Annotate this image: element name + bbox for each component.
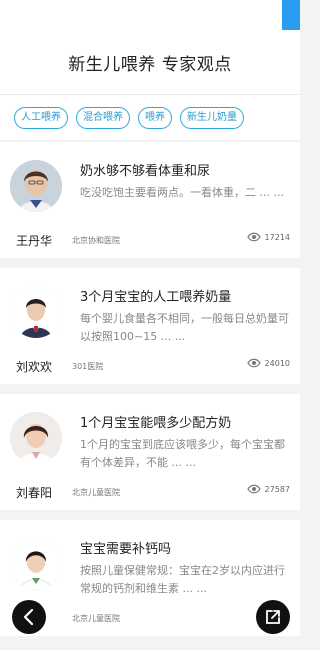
tag-newborn-milk-amount[interactable]: 新生儿奶量 <box>180 106 244 129</box>
hospital-name: 北京协和医院 <box>72 236 120 245</box>
back-button[interactable] <box>12 600 46 634</box>
page-title: 新生儿喂养 专家观点 <box>68 54 232 75</box>
eye-icon <box>246 484 261 494</box>
article-list: 奶水够不够看体重和尿 吃没吃饱主要看两点。一看体重，二 ... ... 王丹华 … <box>0 142 300 646</box>
chevron-left-icon <box>22 608 36 626</box>
share-icon <box>264 608 282 626</box>
article-card[interactable]: 1个月宝宝能喂多少配方奶 1个月的宝宝到底应该喂多少，每个宝宝都有个体差异，不能… <box>0 394 300 510</box>
doctor-name: 刘春阳 <box>16 486 53 500</box>
eye-icon <box>246 232 261 242</box>
doctor-avatar <box>10 160 62 212</box>
doctor-avatar <box>10 412 62 464</box>
hospital-name: 北京儿童医院 <box>72 488 120 497</box>
article-summary: 吃没吃饱主要看两点。一看体重，二 ... ... <box>80 186 284 199</box>
tag-artificial-feeding[interactable]: 人工喂养 <box>14 106 68 129</box>
view-count-value: 27587 <box>264 484 290 494</box>
article-summary: 按照儿童保健常规：宝宝在2岁以内应进行常规的钙剂和维生素 ... ... <box>80 564 285 595</box>
doctor-avatar <box>10 286 62 338</box>
view-count-value: 17214 <box>264 232 290 242</box>
status-bar-accent <box>282 0 300 30</box>
tag-row: 人工喂养 混合喂养 喂养 新生儿奶量 <box>0 95 300 141</box>
view-count: 27587 <box>246 484 290 494</box>
tag-mixed-feeding[interactable]: 混合喂养 <box>76 106 130 129</box>
article-title: 1个月宝宝能喂多少配方奶 <box>80 416 232 431</box>
hospital-name: 北京儿童医院 <box>72 614 120 623</box>
page-header: 新生儿喂养 专家观点 <box>0 30 300 95</box>
article-title: 3个月宝宝的人工喂养奶量 <box>80 290 232 305</box>
tag-feeding[interactable]: 喂养 <box>138 106 172 129</box>
share-button[interactable] <box>256 600 290 634</box>
status-bar <box>0 0 300 30</box>
view-count: 24010 <box>246 358 290 368</box>
article-title: 宝宝需要补钙吗 <box>80 542 172 557</box>
hospital-name: 301医院 <box>72 362 104 371</box>
doctor-avatar <box>10 538 62 590</box>
article-summary: 每个婴儿食量各不相同，一般每日总奶量可以按照100~15 ... ... <box>80 312 289 343</box>
view-count: 17214 <box>246 232 290 242</box>
article-card[interactable]: 3个月宝宝的人工喂养奶量 每个婴儿食量各不相同，一般每日总奶量可以按照100~1… <box>0 268 300 384</box>
doctor-name: 王丹华 <box>16 234 53 248</box>
article-card[interactable]: 奶水够不够看体重和尿 吃没吃饱主要看两点。一看体重，二 ... ... 王丹华 … <box>0 142 300 258</box>
article-summary: 1个月的宝宝到底应该喂多少，每个宝宝都有个体差异，不能 ... ... <box>80 438 285 469</box>
doctor-name: 刘欢欢 <box>16 360 53 374</box>
view-count-value: 24010 <box>264 358 290 368</box>
eye-icon <box>246 358 261 368</box>
article-title: 奶水够不够看体重和尿 <box>80 164 211 179</box>
